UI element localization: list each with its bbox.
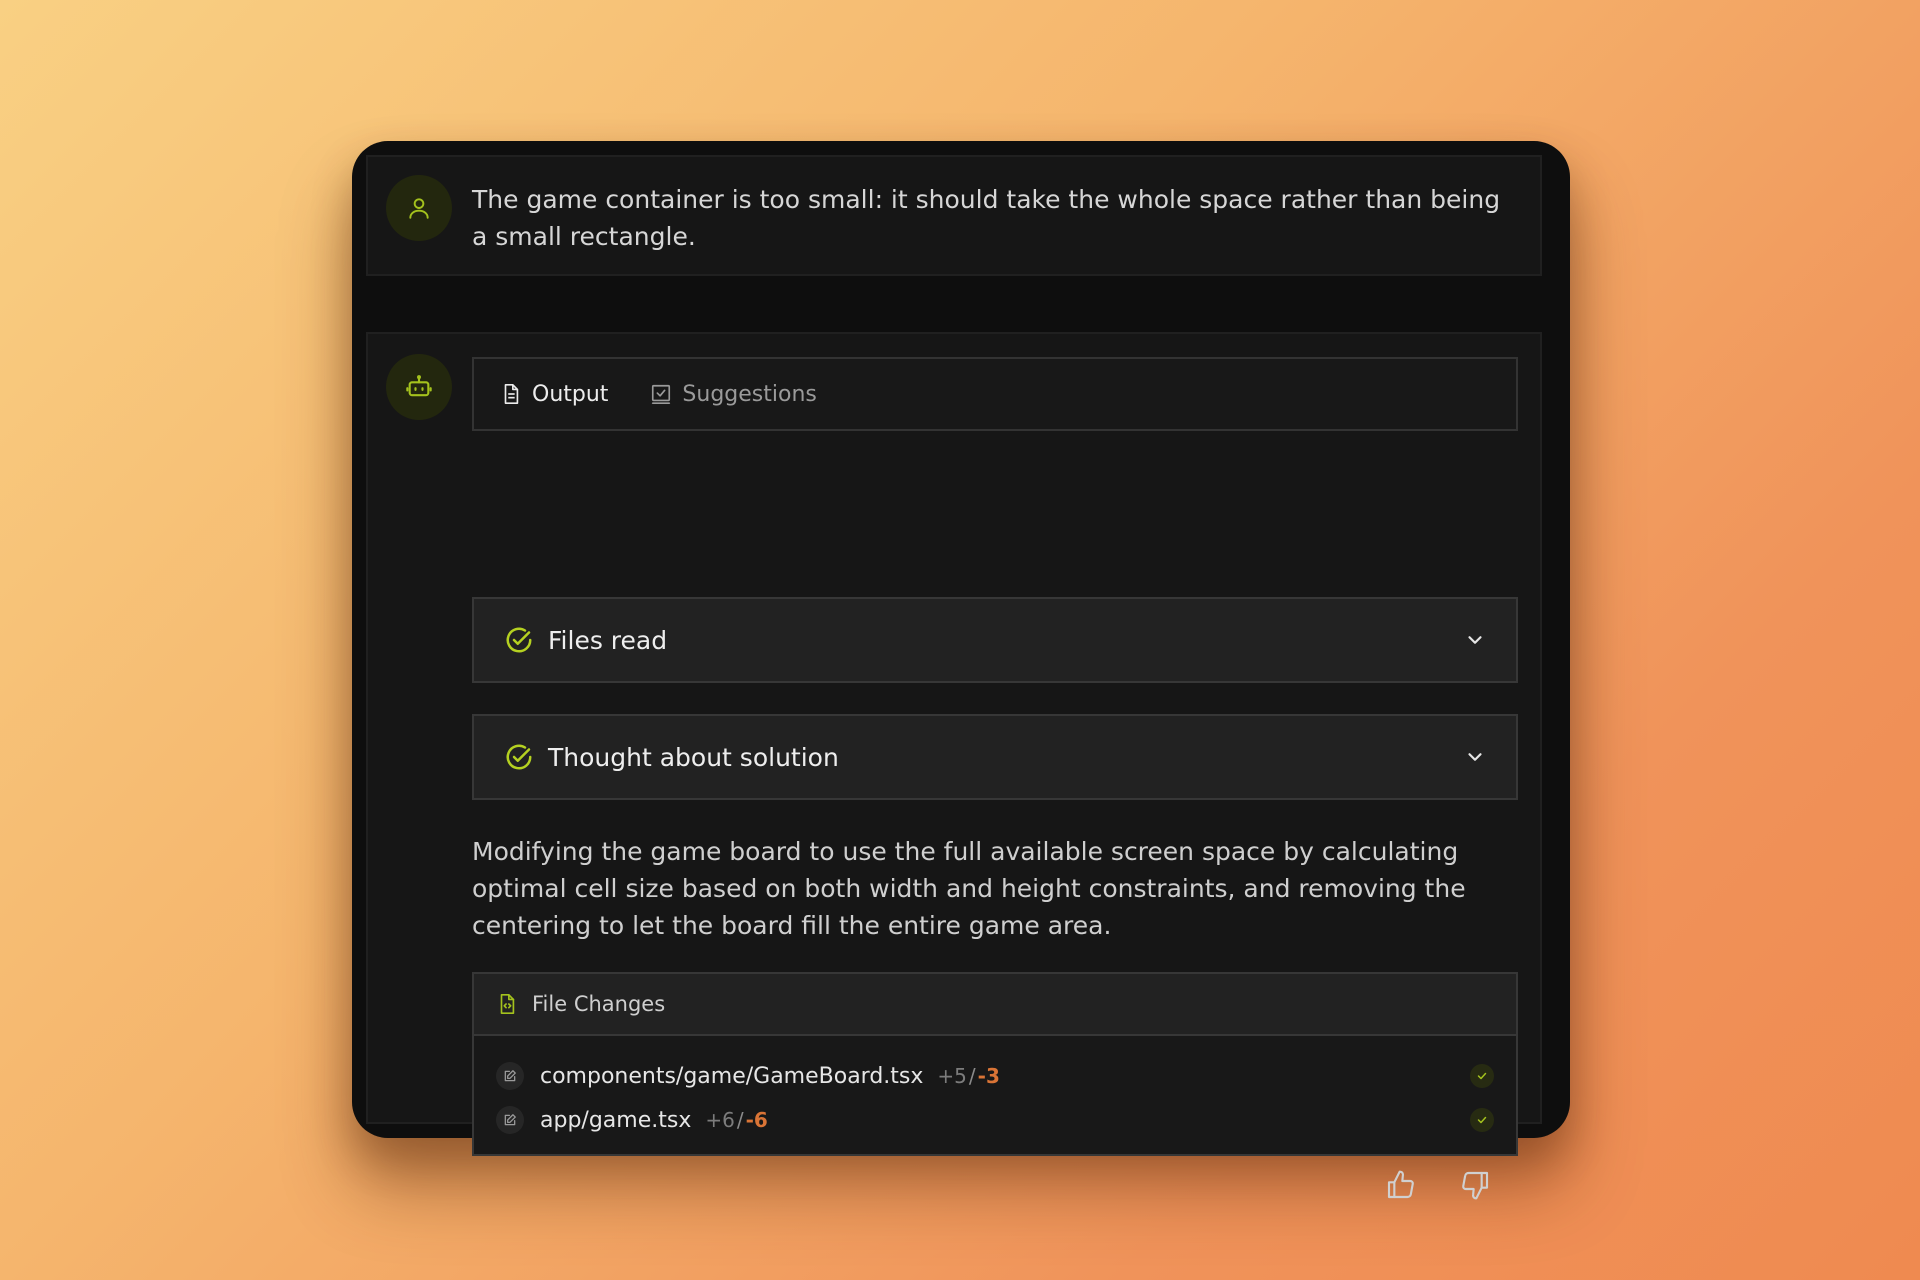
suggestion-icon	[652, 384, 671, 404]
file-changes-title: File Changes	[532, 992, 666, 1016]
thumbs-down-button[interactable]	[1455, 1165, 1495, 1205]
file-change-row[interactable]: components/game/GameBoard.tsx +5 / -3	[496, 1057, 1494, 1095]
file-changes-panel: File Changes components/game/GameBoard.t…	[472, 972, 1518, 1156]
diff-stats: +5 / -3	[937, 1064, 1000, 1088]
robot-icon	[406, 375, 432, 397]
step-files-read-label: Files read	[548, 625, 668, 655]
user-icon	[409, 198, 429, 219]
thumbs-up-icon	[1387, 1170, 1414, 1199]
tab-suggestions-label: Suggestions	[682, 381, 817, 407]
assistant-message: Output Suggestions Files read Thought ab…	[366, 332, 1542, 1200]
check-circle-icon	[506, 627, 532, 653]
assistant-response-text: Modifying the game board to use the full…	[472, 837, 1466, 940]
file-changes-header: File Changes	[474, 974, 1516, 1036]
file-change-row[interactable]: app/game.tsx +6 / -6	[496, 1101, 1494, 1139]
applied-check-icon	[1470, 1108, 1494, 1132]
tab-output-label: Output	[532, 381, 609, 407]
lines-removed: -6	[745, 1108, 768, 1132]
chevron-down-icon[interactable]	[1464, 629, 1486, 651]
tab-output[interactable]: Output	[500, 382, 608, 407]
chevron-down-icon[interactable]	[1464, 746, 1486, 768]
step-thought-about-solution[interactable]: Thought about solution	[472, 714, 1518, 800]
lines-added: +6	[705, 1108, 735, 1132]
user-message: The game container is too small: it shou…	[366, 155, 1542, 276]
applied-check-icon	[1470, 1064, 1494, 1088]
file-path[interactable]: app/game.tsx	[540, 1108, 691, 1133]
lines-removed: -3	[977, 1064, 1000, 1088]
chat-window: The game container is too small: it shou…	[352, 141, 1570, 1200]
user-message-text: The game container is too small: it shou…	[472, 185, 1501, 251]
thumbs-up-button[interactable]	[1381, 1165, 1421, 1205]
user-avatar	[386, 175, 452, 241]
edit-icon	[496, 1062, 524, 1090]
thumbs-down-icon	[1462, 1171, 1489, 1200]
lines-added: +5	[937, 1064, 967, 1088]
step-files-read[interactable]: Files read	[472, 597, 1518, 683]
check-circle-icon	[506, 744, 532, 770]
code-file-icon	[500, 994, 515, 1014]
edit-icon	[496, 1106, 524, 1134]
assistant-avatar	[386, 354, 452, 420]
step-thought-label: Thought about solution	[548, 742, 839, 772]
output-tabs: Output Suggestions	[472, 357, 1518, 431]
document-icon	[504, 384, 519, 404]
diff-stats: +6 / -6	[705, 1108, 768, 1132]
tab-suggestions[interactable]: Suggestions	[650, 381, 817, 407]
file-path[interactable]: components/game/GameBoard.tsx	[540, 1064, 923, 1089]
